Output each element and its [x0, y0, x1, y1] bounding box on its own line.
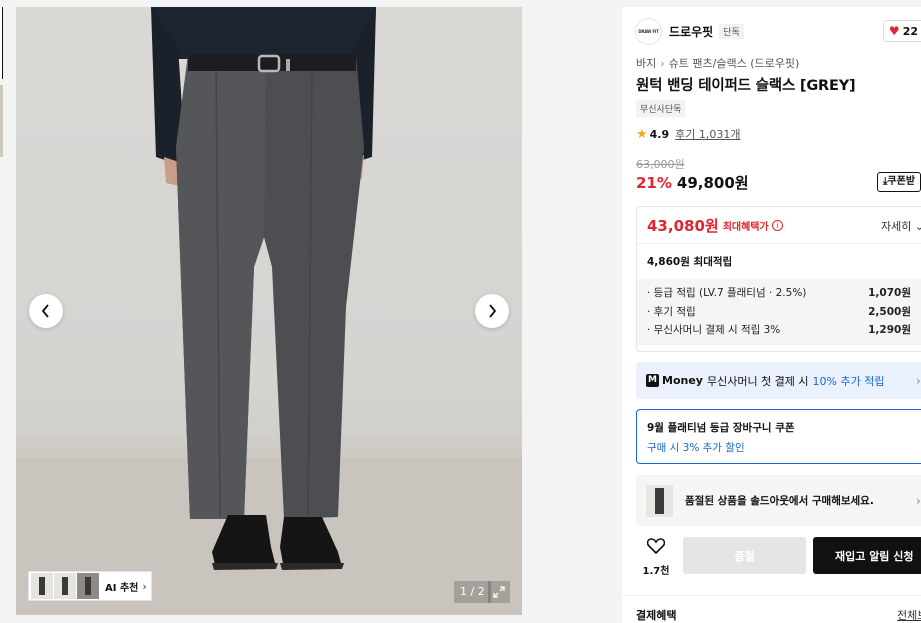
coupon-subtitle: 구매 시 3% 추가 할인: [647, 442, 745, 454]
points-row-amount: 1,070원: [868, 287, 911, 299]
brand-name[interactable]: 드로우핏: [669, 23, 713, 40]
chevron-left-icon: [41, 304, 49, 318]
soldout-button: 품절: [683, 537, 806, 574]
payment-view-all-link[interactable]: 전체보: [897, 607, 921, 623]
rating-score: 4.9: [649, 127, 670, 141]
brand-like-count: 22: [902, 24, 918, 38]
points-row-label: · 등급 적립 (LV.7 플래티넘 · 2.5%): [647, 287, 807, 299]
chevron-right-icon: ›: [916, 373, 921, 388]
price-row: 21% 49,800원: [636, 172, 749, 193]
coupon-button-label: 쿠폰받: [887, 176, 916, 187]
heart-icon: ♥: [888, 24, 900, 38]
money-highlight: 10% 추가 적립: [812, 374, 885, 388]
prev-image-button[interactable]: [29, 294, 63, 328]
expand-icon: [493, 586, 505, 598]
chevron-right-icon: ›: [142, 579, 147, 593]
points-row-label: · 후기 적립: [647, 305, 696, 318]
points-row: · 등급 적립 (LV.7 플래티넘 · 2.5%) 1,070원: [647, 285, 921, 304]
chevron-right-icon: [489, 304, 497, 318]
points-breakdown: · 등급 적립 (LV.7 플래티넘 · 2.5%) 1,070원 · 후기 적립…: [637, 279, 921, 345]
ai-thumb-2: [54, 573, 76, 599]
exclusive-tag: 무신사단독: [636, 100, 686, 117]
brand-row: DRAW FIT 드로우핏 단독 ♥ 22: [635, 17, 921, 45]
musinsa-money-banner[interactable]: M Money 무신사머니 첫 결제 시 10% 추가 적립 ›: [636, 362, 921, 399]
points-row-label: · 무신사머니 결제 시 적립 3%: [647, 324, 781, 336]
coupon-title: 9월 플래티넘 등급 장바구니 쿠폰: [647, 422, 795, 434]
wishlist-count: 1.7천: [642, 566, 670, 577]
money-text: 무신사머니 첫 결제 시: [706, 374, 809, 388]
thumbnail-2[interactable]: [0, 85, 3, 157]
points-row: · 후기 적립 2,500원: [647, 304, 921, 323]
chevron-right-icon: ›: [660, 57, 665, 70]
max-benefit-price: 43,080원: [647, 216, 719, 235]
payment-benefits-row: 결제혜택 전체보: [636, 607, 921, 623]
grade-coupon-card[interactable]: 9월 플래티넘 등급 장바구니 쿠폰 구매 시 3% 추가 할인: [636, 409, 921, 464]
brand-like-button[interactable]: ♥ 22: [882, 20, 921, 42]
benefit-detail-label: 자세히: [881, 220, 912, 233]
breadcrumb-level1[interactable]: 바지: [636, 57, 656, 70]
breadcrumb: 바지 › 슈트 팬츠/슬랙스 (드로우핏): [636, 55, 799, 71]
thumbnail-1[interactable]: [0, 7, 3, 79]
breadcrumb-level2[interactable]: 슈트 팬츠/슬랙스 (드로우핏): [669, 57, 800, 70]
product-title: 원턱 밴딩 테이퍼드 슬랙스 [GREY]: [636, 78, 856, 94]
points-row-amount: 2,500원: [868, 305, 911, 318]
thumbnail-rail: [0, 7, 3, 163]
product-info-panel: DRAW FIT 드로우핏 단독 ♥ 22 바지 › 슈트 팬츠/슬랙스 (드로우핏…: [622, 7, 921, 623]
chevron-right-icon: ›: [916, 493, 921, 508]
expand-button[interactable]: [488, 581, 510, 603]
wishlist-button[interactable]: 1.7천: [636, 538, 676, 577]
brand-solo-tag: 단독: [719, 23, 744, 39]
soldout-thumbnail: [646, 484, 673, 517]
soldout-banner[interactable]: 품절된 상품을 솔드아웃에서 구매해보세요. ›: [636, 475, 921, 526]
star-icon: ★: [636, 126, 648, 142]
ai-thumb-3: [77, 573, 99, 599]
brand-logo[interactable]: DRAW FIT: [635, 17, 662, 45]
original-price: 63,000원: [636, 158, 685, 171]
soldout-text: 품절된 상품을 솔드아웃에서 구매해보세요.: [685, 495, 874, 507]
coupon-download-button[interactable]: ⤓쿠폰받: [877, 172, 921, 192]
divider: [622, 595, 921, 596]
max-benefit-label: 최대혜택가: [722, 221, 769, 233]
points-row: · 무신사머니 결제 시 적립 3% 1,290원: [647, 322, 921, 341]
ai-chip-label: AI 추천: [105, 582, 139, 594]
money-logo-icon: M: [646, 374, 659, 387]
money-brand: Money: [662, 374, 703, 387]
max-benefit-box: 43,080원 최대혜택가 i 자세히 ⌄ 4,860원 최대적립 · 등급 적…: [636, 206, 921, 352]
payment-benefits-heading: 결제혜택: [636, 609, 677, 622]
info-icon[interactable]: i: [771, 219, 783, 231]
product-image-gallery: AI 추천 › 1 / 2: [16, 7, 522, 615]
heart-outline-icon: [646, 538, 666, 555]
benefit-detail-toggle[interactable]: 자세히 ⌄: [881, 218, 921, 234]
product-photo: [16, 7, 522, 615]
image-counter: 1 / 2: [454, 581, 491, 603]
ai-thumb-1: [31, 573, 53, 599]
restock-alert-button[interactable]: 재입고 알림 신청: [813, 537, 921, 574]
sale-price: 49,800원: [676, 174, 749, 192]
next-image-button[interactable]: [475, 294, 509, 328]
rating-row: ★ 4.9 후기 1,031개: [636, 126, 741, 142]
points-total: 4,860원 최대적립: [647, 256, 733, 268]
discount-rate: 21%: [636, 174, 672, 192]
review-link[interactable]: 후기 1,031개: [675, 126, 740, 142]
points-row-amount: 1,290원: [868, 324, 911, 336]
ai-recommend-chip[interactable]: AI 추천 ›: [28, 571, 152, 601]
chevron-down-icon: ⌄: [914, 220, 921, 233]
